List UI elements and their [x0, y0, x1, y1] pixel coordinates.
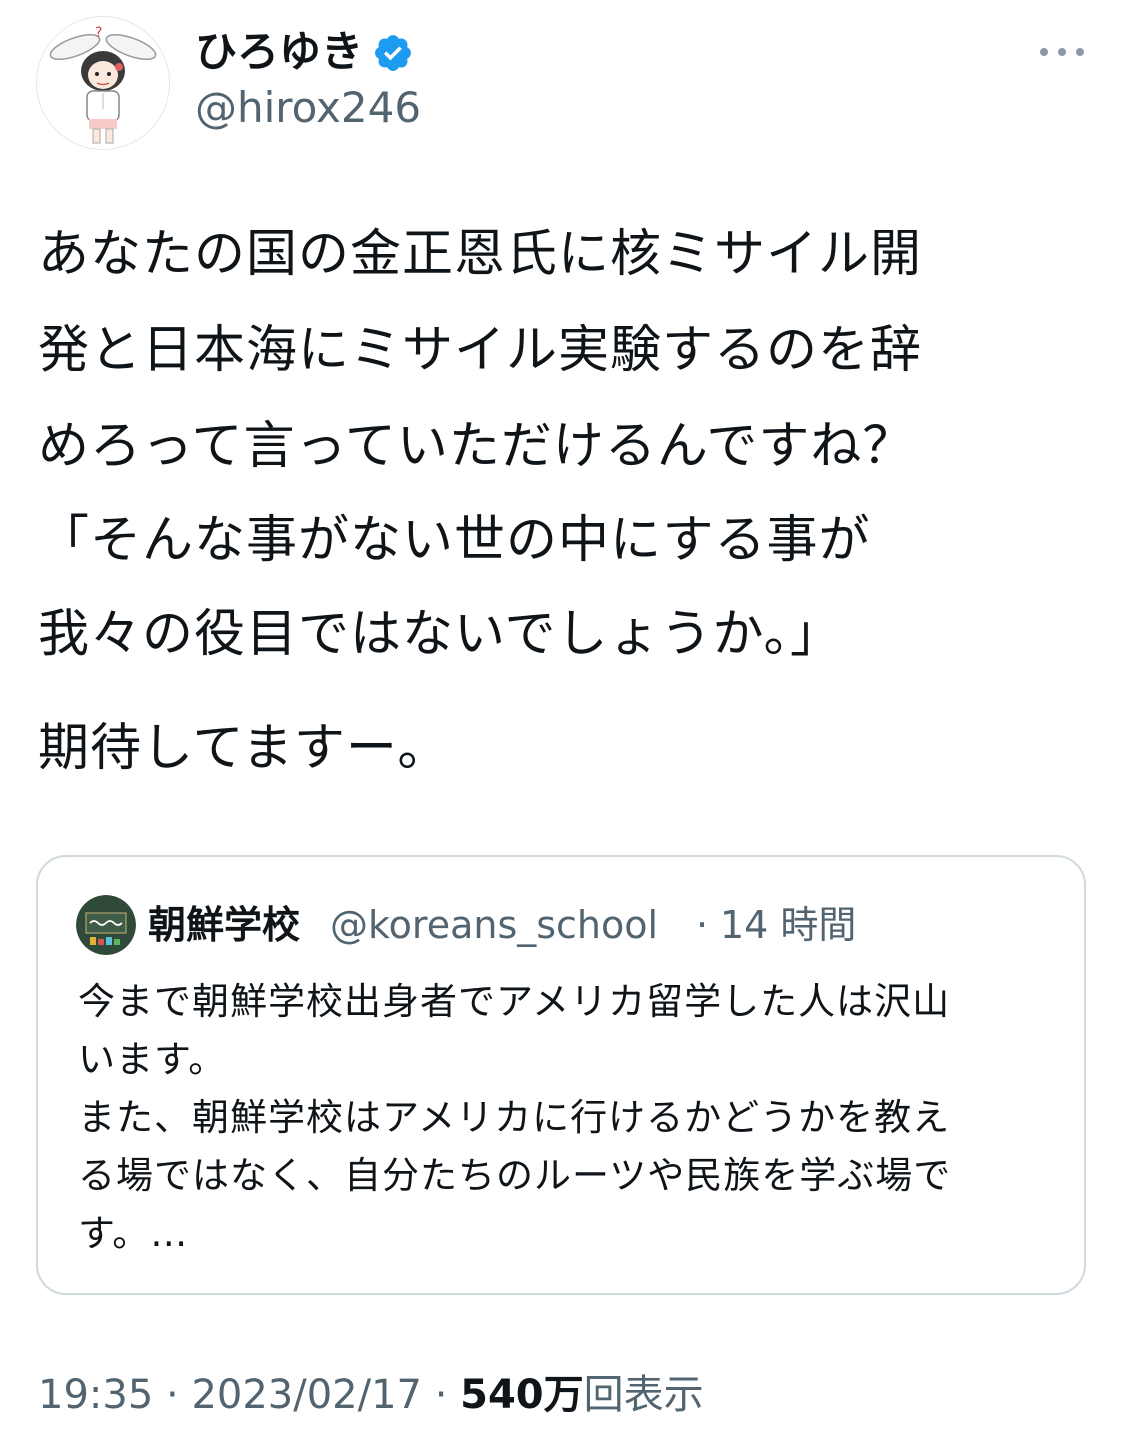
verified-badge-icon [375, 35, 411, 71]
author-avatar[interactable]: ? [36, 16, 170, 150]
quoted-text-line: います。 [78, 1038, 227, 1081]
tweet-text-line: めろって言っていただけるんですね？ [38, 417, 915, 476]
quoted-author-avatar[interactable] [76, 895, 136, 955]
quoted-separator: · [696, 903, 709, 947]
quoted-text-line: 今まで朝鮮学校出身者でアメリカ留学した人は沢山 [78, 980, 951, 1023]
quoted-author-handle[interactable]: @koreans_school [330, 901, 658, 949]
tweet-time[interactable]: 19:35 [38, 1372, 153, 1418]
quoted-tweet-card[interactable]: 朝鮮学校 @koreans_school · 14 時間 今まで朝鮮学校出身者で… [36, 855, 1086, 1295]
tweet-meta: 19:35 · 2023/02/17 · 540万回表示 [38, 1370, 704, 1420]
tweet-text-line: 発と日本海にミサイル実験するのを辞 [38, 321, 923, 380]
tweet-date[interactable]: 2023/02/17 [191, 1372, 422, 1418]
meta-separator: · [434, 1372, 448, 1418]
quoted-text-line: す。… [78, 1212, 189, 1255]
author-display-name[interactable]: ひろゆき [195, 26, 363, 78]
author-handle[interactable]: @hirox246 [195, 82, 421, 134]
quoted-text-line: る場ではなく、自分たちのルーツや民族を学ぶ場で [78, 1154, 952, 1197]
quoted-author-name[interactable]: 朝鮮学校 [148, 901, 300, 949]
chalkboard-avatar-icon [76, 895, 136, 955]
views-count[interactable]: 540万 [460, 1372, 584, 1418]
tweet-text-line: あなたの国の金正恩氏に核ミサイル開 [38, 225, 923, 284]
tweet-text-line: 期待してますー。 [38, 719, 450, 778]
meta-separator: · [166, 1372, 179, 1418]
quoted-timestamp[interactable]: 14 時間 [720, 901, 856, 949]
svg-text:?: ? [95, 25, 102, 41]
tweet-text-line: 「そんな事がない世の中にする事が [38, 511, 871, 570]
quoted-text-line: また、朝鮮学校はアメリカに行けるかどうかを教え [78, 1096, 951, 1139]
bunny-ear-girl-avatar-icon: ? [37, 17, 169, 149]
views-label: 回表示 [583, 1372, 704, 1418]
more-dots-icon[interactable] [1036, 40, 1088, 64]
tweet-text-line: 我々の役目ではないでしょうか。」 [38, 605, 842, 664]
